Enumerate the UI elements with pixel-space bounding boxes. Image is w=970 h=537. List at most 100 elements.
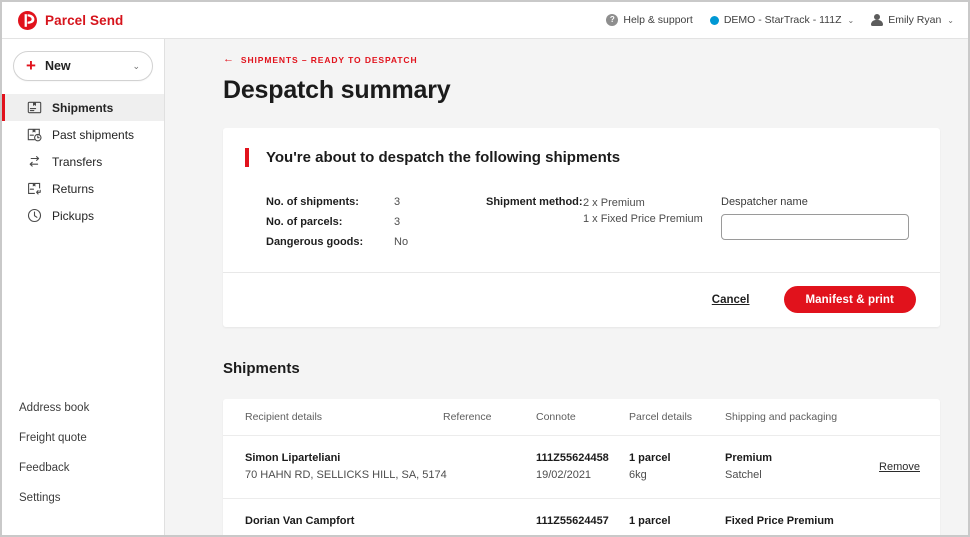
remove-shipment-link[interactable]: Remove [879, 461, 920, 473]
user-menu[interactable]: Emily Ryan ⌄ [871, 13, 954, 27]
sidebar-item-label: Past shipments [52, 127, 135, 142]
new-button[interactable]: + New ⌄ [13, 51, 153, 81]
despatcher-name-label: Despatcher name [721, 196, 808, 208]
sidebar-item-shipments[interactable]: Shipments [2, 94, 164, 121]
box-clock-icon [27, 127, 42, 142]
parcel-count: 1 parcel [629, 514, 671, 527]
main-content: ← Shipments – Ready to despatch Despatch… [165, 39, 968, 535]
cell-parcel-details: 1 parcel 6kg [629, 450, 725, 484]
stat-no-of-shipments: No. of shipments: 3 [266, 196, 486, 208]
table-row[interactable]: Dorian Van Campfort 111Z55624457 1 parce… [223, 499, 940, 535]
stat-value: 3 [394, 196, 401, 208]
sidebar-item-label: Shipments [52, 100, 114, 115]
sidebar-menu: Shipments Past shipments Transfers Retur… [2, 94, 164, 229]
summary-details: No. of shipments: 3 No. of parcels: 3 Da… [245, 196, 916, 248]
account-label: DEMO - StarTrack - 111Z [723, 14, 842, 26]
column-header-actions [865, 413, 920, 421]
page-body: + New ⌄ Shipments Past shipments Transfe… [2, 39, 968, 535]
sidebar-footer-links: Address book Freight quote Feedback Sett… [2, 393, 164, 535]
help-and-support-button[interactable]: ? Help & support [606, 14, 693, 26]
stat-no-of-parcels: No. of parcels: 3 [266, 216, 486, 228]
stat-shipment-method: Shipment method: 2 x Premium 1 x Fixed P… [486, 196, 721, 228]
red-accent-bar [245, 148, 249, 167]
header-actions: ? Help & support DEMO - StarTrack - 111Z… [606, 13, 954, 27]
shipments-section-title: Shipments [223, 360, 300, 377]
shipment-method-line: 2 x Premium [583, 197, 645, 209]
cell-recipient-details: Simon Liparteliani 70 HAHN RD, SELLICKS … [245, 450, 447, 484]
question-circle-icon: ? [606, 14, 619, 26]
summary-heading-row: You're about to despatch the following s… [245, 148, 916, 167]
despatch-summary-card: You're about to despatch the following s… [223, 128, 940, 327]
sidebar-link-settings[interactable]: Settings [19, 483, 164, 513]
cell-connote: 111Z55624457 [536, 513, 629, 530]
page-title: Despatch summary [223, 76, 451, 104]
despatcher-name-column: Despatcher name [721, 196, 916, 248]
blue-status-dot-icon [709, 15, 719, 25]
sidebar-item-returns[interactable]: Returns [2, 175, 164, 202]
stat-label: Shipment method: [486, 196, 583, 208]
stat-label: Dangerous goods: [266, 236, 364, 248]
box-icon [27, 100, 42, 115]
sidebar-link-feedback[interactable]: Feedback [19, 453, 164, 483]
cell-actions [865, 513, 920, 521]
cell-connote: 111Z55624458 19/02/2021 [536, 450, 629, 484]
top-header-bar: Parcel Send ? Help & support DEMO - Star… [2, 2, 968, 39]
breadcrumb-label: Shipments – Ready to despatch [240, 55, 418, 65]
summary-stats-column: No. of shipments: 3 No. of parcels: 3 Da… [266, 196, 486, 248]
stat-label: No. of parcels: [266, 216, 343, 228]
sidebar-item-transfers[interactable]: Transfers [2, 148, 164, 175]
sidebar-item-label: Transfers [52, 154, 103, 169]
parcel-weight: 6kg [629, 468, 647, 481]
sidebar-link-freight-quote[interactable]: Freight quote [19, 423, 164, 453]
user-avatar-icon [871, 13, 884, 27]
breadcrumb-back-link[interactable]: ← Shipments – Ready to despatch [223, 53, 940, 66]
despatcher-name-input[interactable] [721, 214, 909, 240]
cell-shipping-and-packaging: Premium Satchel [725, 450, 865, 484]
summary-card-body: You're about to despatch the following s… [223, 128, 940, 272]
plus-icon: + [26, 56, 36, 75]
brand-logo[interactable]: Parcel Send [18, 10, 123, 30]
recipient-name: Simon Liparteliani [245, 452, 341, 464]
connote-number: 111Z55624457 [536, 514, 609, 527]
chevron-down-icon: ⌄ [847, 15, 855, 25]
column-header-connote: Connote [536, 411, 576, 423]
application-window: Parcel Send ? Help & support DEMO - Star… [0, 0, 970, 537]
stat-value: 3 [394, 216, 401, 228]
table-row[interactable]: Simon Liparteliani 70 HAHN RD, SELLICKS … [223, 436, 940, 499]
arrow-left-icon: ← [223, 53, 235, 65]
cancel-button[interactable]: Cancel [712, 294, 750, 306]
packaging-type: Satchel [725, 468, 762, 481]
summary-shipment-method-column: Shipment method: 2 x Premium 1 x Fixed P… [486, 196, 721, 248]
recipient-name: Dorian Van Campfort [245, 514, 355, 527]
chevron-down-icon: ⌄ [947, 15, 954, 25]
stat-label: No. of shipments: [266, 196, 359, 208]
summary-heading: You're about to despatch the following s… [266, 149, 621, 166]
help-label: Help & support [623, 14, 693, 26]
summary-card-actions: Cancel Manifest & print [223, 272, 940, 327]
sidebar-link-address-book[interactable]: Address book [19, 393, 164, 423]
column-header-reference: Reference [443, 411, 492, 423]
account-switcher[interactable]: DEMO - StarTrack - 111Z ⌄ [709, 14, 855, 26]
sidebar-item-past-shipments[interactable]: Past shipments [2, 121, 164, 148]
clock-icon [27, 208, 42, 223]
cell-parcel-details: 1 parcel [629, 513, 725, 530]
cell-recipient-details: Dorian Van Campfort [245, 513, 443, 530]
stat-value: No [394, 236, 409, 248]
new-button-container: + New ⌄ [2, 39, 164, 94]
stat-dangerous-goods: Dangerous goods: No [266, 236, 486, 248]
new-button-label: New [44, 59, 71, 73]
connote-date: 19/02/2021 [536, 468, 592, 481]
manifest-and-print-button[interactable]: Manifest & print [783, 286, 916, 313]
sidebar-navigation: + New ⌄ Shipments Past shipments Transfe… [2, 39, 165, 535]
connote-number: 111Z55624458 [536, 452, 609, 464]
sidebar-item-label: Returns [52, 181, 95, 196]
table-header-row: Recipient details Reference Connote Parc… [223, 399, 940, 436]
shipping-service: Fixed Price Premium [725, 514, 834, 527]
column-header-shipping-and-packaging: Shipping and packaging [725, 411, 838, 423]
shipping-service: Premium [725, 452, 773, 464]
cell-shipping-and-packaging: Fixed Price Premium [725, 513, 865, 530]
stat-value: 2 x Premium 1 x Fixed Price Premium [583, 196, 703, 228]
user-name-label: Emily Ryan [888, 14, 942, 26]
sidebar-item-pickups[interactable]: Pickups [2, 202, 164, 229]
box-return-icon [27, 181, 42, 196]
